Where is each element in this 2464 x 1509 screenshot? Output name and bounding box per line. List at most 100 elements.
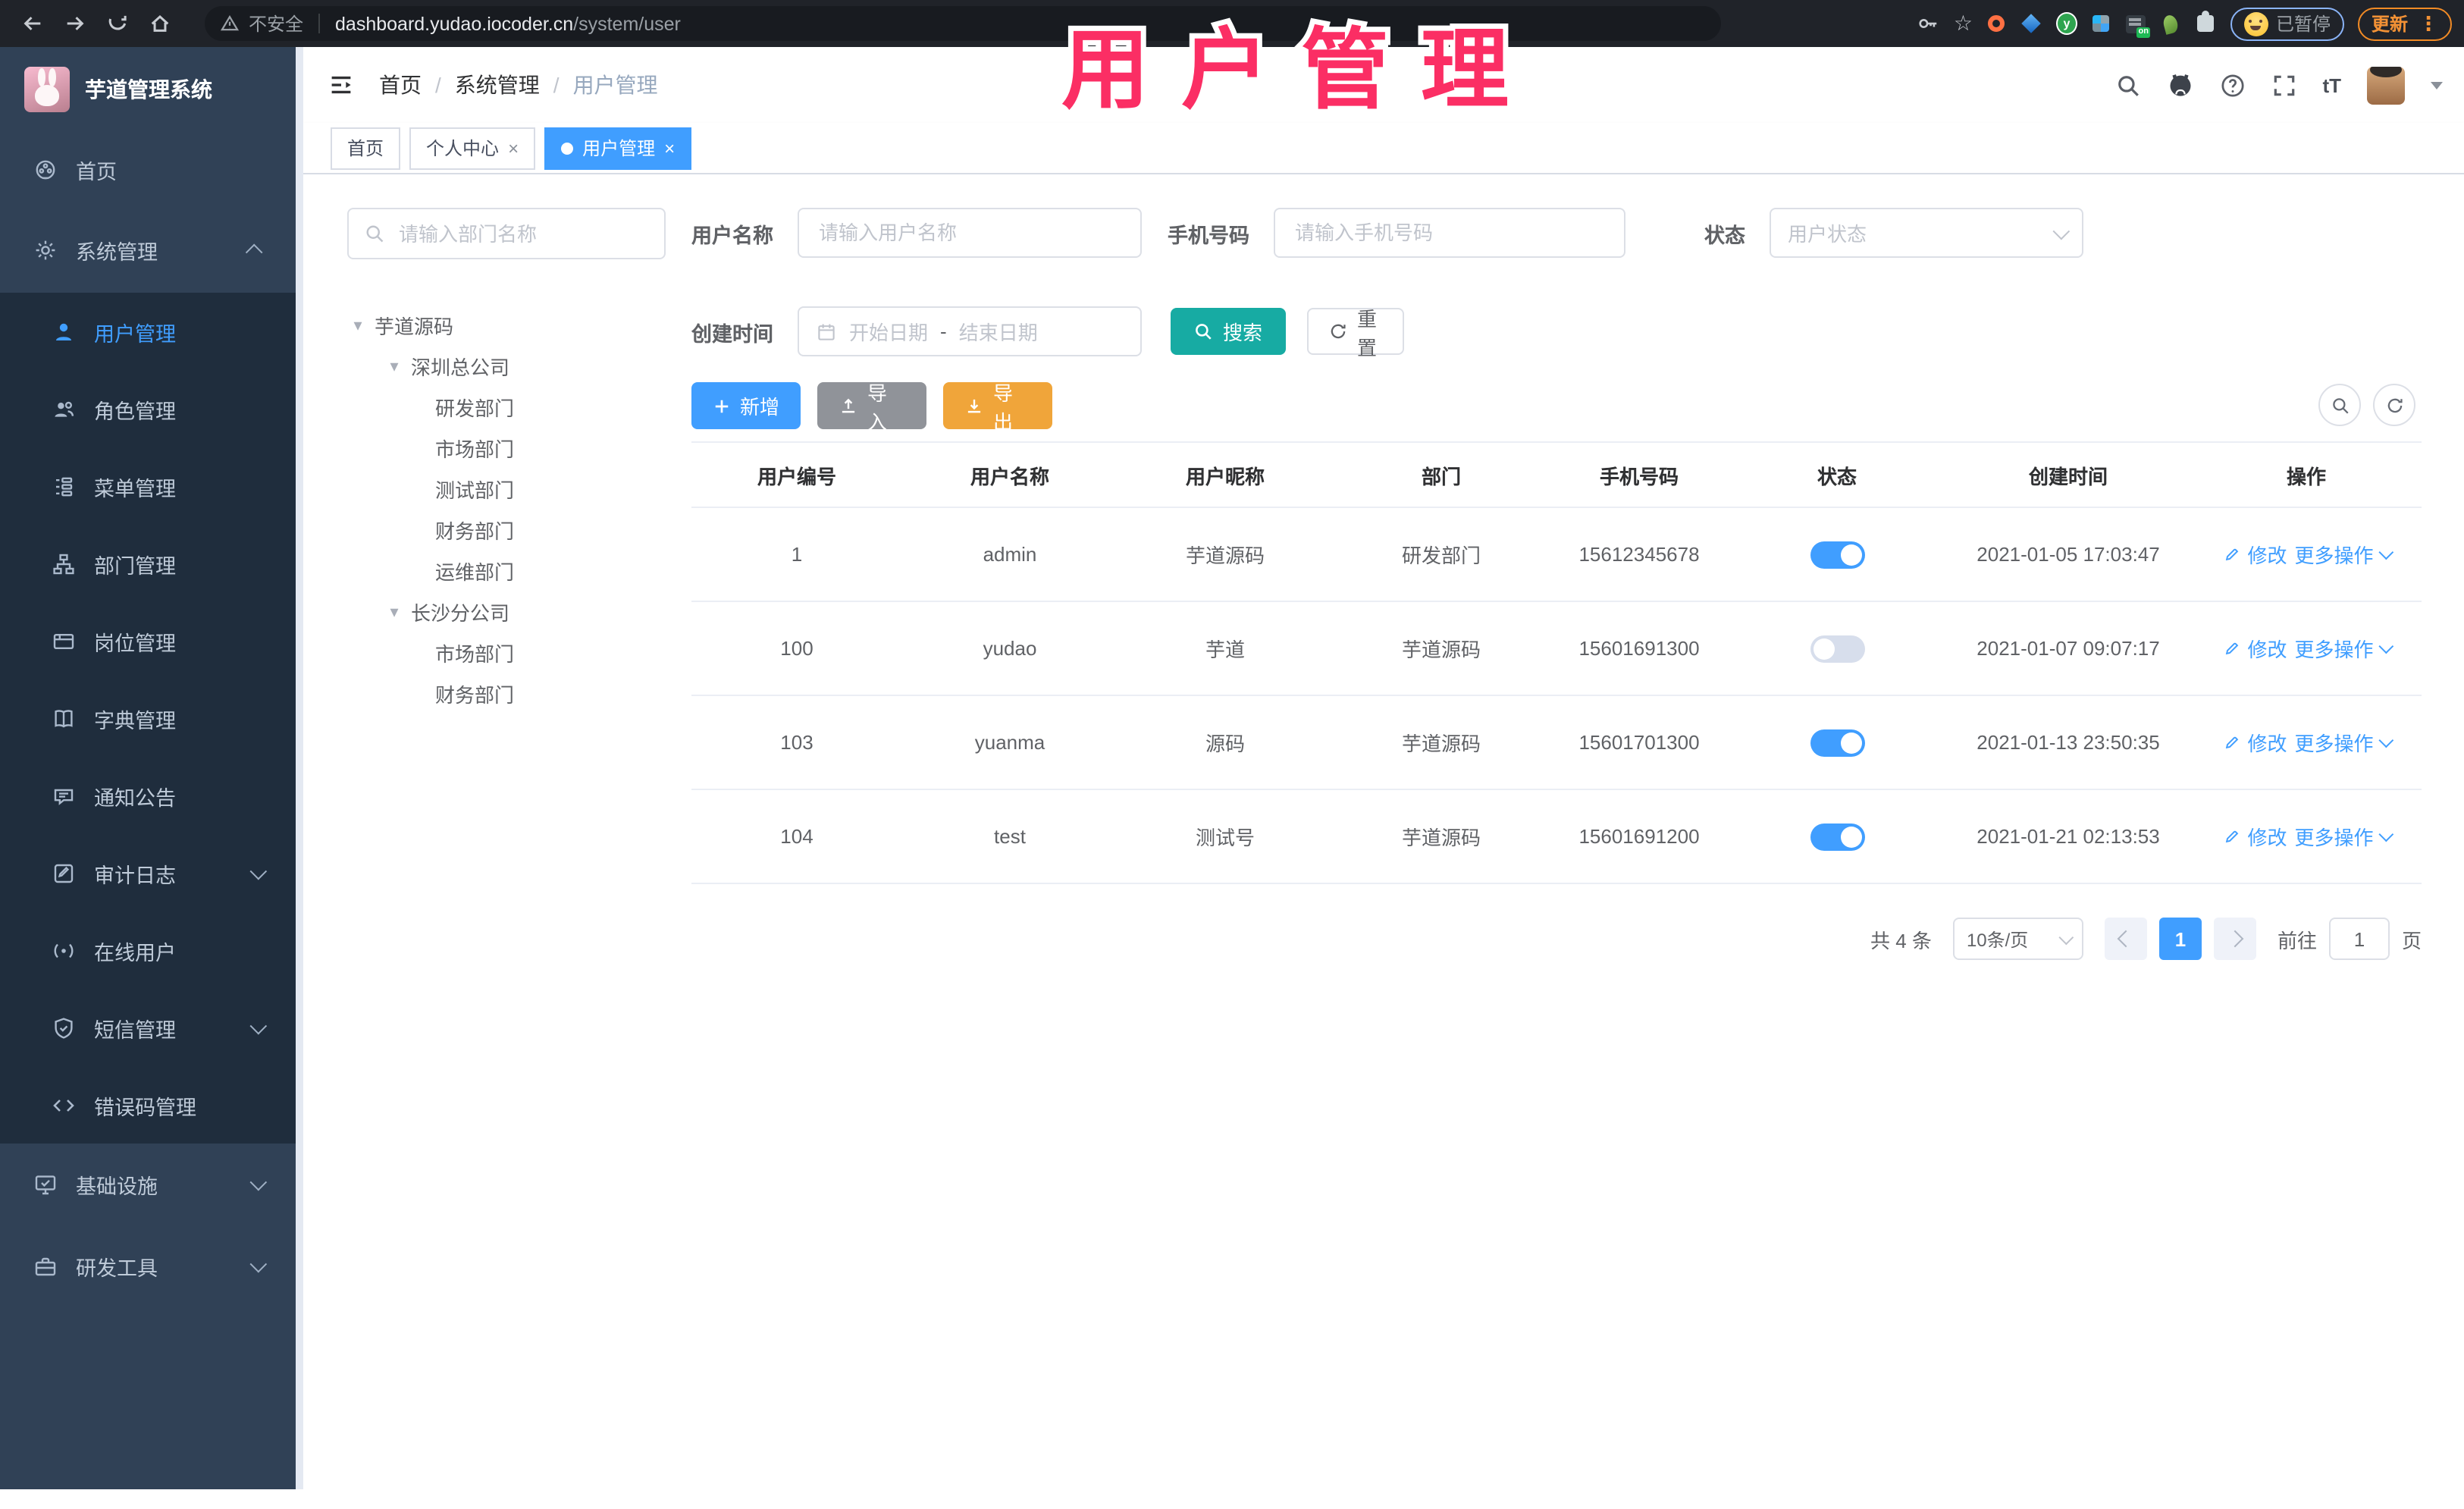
status-label: 状态 bbox=[1704, 224, 1745, 246]
extensions-puzzle-icon[interactable] bbox=[2196, 11, 2217, 34]
cell-created: 2021-01-05 17:03:47 bbox=[1977, 543, 2160, 566]
bookmark-star-icon[interactable]: ☆ bbox=[1954, 11, 1973, 36]
tree-node[interactable]: 财务部门 bbox=[347, 673, 666, 714]
refresh-table-button[interactable] bbox=[2373, 384, 2415, 426]
sidebar-item-audit-log[interactable]: 审计日志 bbox=[0, 834, 296, 911]
tree-node[interactable]: 研发部门 bbox=[347, 387, 666, 428]
back-icon[interactable] bbox=[21, 12, 44, 35]
tag-profile[interactable]: 个人中心 × bbox=[409, 127, 536, 169]
sidebar-item-online-users[interactable]: 在线用户 bbox=[0, 911, 296, 989]
tree-node[interactable]: 测试部门 bbox=[347, 469, 666, 510]
sidebar-collapse-icon[interactable] bbox=[303, 71, 379, 99]
next-page-button[interactable] bbox=[2213, 918, 2256, 960]
extension-green-icon[interactable]: y bbox=[2055, 12, 2077, 35]
sidebar-item-dept-management[interactable]: 部门管理 bbox=[0, 525, 296, 602]
sidebar-item-role-management[interactable]: 角色管理 bbox=[0, 370, 296, 447]
chevron-down-icon bbox=[249, 1173, 268, 1191]
mobile-input[interactable] bbox=[1292, 220, 1607, 246]
status-toggle[interactable] bbox=[1810, 729, 1864, 756]
url-bar[interactable]: 不安全 dashboard.yudao.iocoder.cn/system/us… bbox=[205, 6, 1721, 41]
more-actions-link[interactable]: 更多操作 bbox=[2295, 822, 2394, 851]
tree-node[interactable]: ▾ 长沙分公司 bbox=[347, 591, 666, 632]
caret-down-icon[interactable]: ▾ bbox=[387, 602, 402, 622]
edit-link[interactable]: 修改 bbox=[2223, 728, 2287, 757]
extension-leaf-icon[interactable] bbox=[2161, 13, 2182, 34]
tree-node[interactable]: ▾ 芋道源码 bbox=[347, 305, 666, 346]
tag-user-management[interactable]: 用户管理 × bbox=[544, 127, 692, 169]
tree-node[interactable]: ▾ 深圳总公司 bbox=[347, 346, 666, 387]
tree-node[interactable]: 运维部门 bbox=[347, 551, 666, 591]
upload-icon bbox=[839, 396, 858, 416]
tag-home[interactable]: 首页 bbox=[331, 127, 401, 169]
home-icon[interactable] bbox=[149, 12, 171, 35]
fullscreen-icon[interactable] bbox=[2271, 72, 2296, 98]
font-size-icon[interactable]: tT bbox=[2322, 74, 2341, 96]
sidebar-item-infrastructure[interactable]: 基础设施 bbox=[0, 1144, 296, 1225]
more-actions-link[interactable]: 更多操作 bbox=[2295, 634, 2394, 663]
extension-gem-icon[interactable] bbox=[2021, 13, 2042, 34]
edit-link[interactable]: 修改 bbox=[2223, 634, 2287, 663]
edit-link[interactable]: 修改 bbox=[2223, 822, 2287, 851]
browser-menu-icon[interactable]: ⋮ bbox=[2419, 14, 2438, 33]
goto-page-input[interactable] bbox=[2328, 918, 2390, 960]
sidebar-item-post-management[interactable]: 岗位管理 bbox=[0, 602, 296, 679]
github-icon[interactable] bbox=[2166, 71, 2193, 99]
header-search-icon[interactable] bbox=[2114, 72, 2140, 98]
caret-down-icon[interactable]: ▾ bbox=[350, 315, 365, 335]
tree-node[interactable]: 市场部门 bbox=[347, 632, 666, 673]
browser-update-button[interactable]: 更新 ⋮ bbox=[2357, 7, 2452, 40]
sidebar-item-user-management[interactable]: 用户管理 bbox=[0, 293, 296, 370]
prev-page-button[interactable] bbox=[2104, 918, 2147, 960]
toggle-search-button[interactable] bbox=[2318, 384, 2361, 426]
status-toggle[interactable] bbox=[1810, 635, 1864, 662]
logo-image bbox=[24, 67, 70, 112]
dept-search-input[interactable] bbox=[396, 221, 629, 246]
edit-link[interactable]: 修改 bbox=[2223, 540, 2287, 569]
sidebar-item-sms-management[interactable]: 短信管理 bbox=[0, 989, 296, 1066]
page-number-button[interactable]: 1 bbox=[2158, 918, 2202, 960]
username-input[interactable] bbox=[816, 220, 1124, 246]
more-actions-link[interactable]: 更多操作 bbox=[2295, 540, 2394, 569]
export-button[interactable]: 导出 bbox=[943, 381, 1052, 433]
profile-avatar bbox=[2243, 11, 2268, 36]
more-actions-link[interactable]: 更多操作 bbox=[2295, 728, 2394, 757]
sidebar-item-notice[interactable]: 通知公告 bbox=[0, 757, 296, 834]
date-range-picker[interactable]: 开始日期 - 结束日期 bbox=[798, 306, 1142, 356]
import-button[interactable]: 导入 bbox=[817, 381, 926, 433]
refresh-icon bbox=[2384, 395, 2404, 415]
sidebar-item-dict-management[interactable]: 字典管理 bbox=[0, 679, 296, 757]
extension-tampermonkey-icon[interactable]: on bbox=[2126, 13, 2151, 37]
help-icon[interactable] bbox=[2219, 72, 2245, 98]
sidebar-item-system[interactable]: 系统管理 bbox=[0, 208, 296, 293]
close-icon[interactable]: × bbox=[664, 139, 675, 157]
close-icon[interactable]: × bbox=[508, 139, 519, 157]
sidebar-item-home[interactable]: 首页 bbox=[0, 132, 296, 208]
sidebar-item-dev-tools[interactable]: 研发工具 bbox=[0, 1225, 296, 1307]
status-select[interactable]: 用户状态 bbox=[1770, 208, 2083, 258]
tree-node-label: 运维部门 bbox=[435, 561, 515, 584]
sidebar-item-error-code[interactable]: 错误码管理 bbox=[0, 1066, 296, 1144]
breadcrumb-home[interactable]: 首页 bbox=[379, 70, 422, 100]
status-toggle[interactable] bbox=[1810, 541, 1864, 568]
page-size-select[interactable]: 10条/页 bbox=[1952, 918, 2083, 960]
tree-node[interactable]: 财务部门 bbox=[347, 510, 666, 551]
breadcrumb-system[interactable]: 系统管理 bbox=[455, 70, 540, 100]
extension-orange-icon[interactable] bbox=[1986, 13, 2008, 34]
reset-button[interactable]: 重置 bbox=[1307, 307, 1404, 359]
tree-node[interactable]: 市场部门 bbox=[347, 428, 666, 469]
add-button[interactable]: 新增 bbox=[691, 382, 801, 429]
sidebar-item-menu-management[interactable]: 菜单管理 bbox=[0, 447, 296, 525]
avatar-caret-icon[interactable] bbox=[2431, 81, 2443, 89]
extension-grid-icon[interactable] bbox=[2091, 13, 2112, 34]
status-toggle[interactable] bbox=[1810, 823, 1864, 850]
search-button[interactable]: 搜索 bbox=[1171, 308, 1286, 355]
user-avatar[interactable] bbox=[2367, 66, 2405, 104]
sidebar-logo[interactable]: 芋道管理系统 bbox=[0, 47, 296, 132]
key-icon[interactable] bbox=[1917, 12, 1940, 35]
caret-down-icon[interactable]: ▾ bbox=[387, 356, 402, 376]
reload-icon[interactable] bbox=[106, 12, 129, 35]
sidebar-scrollbar[interactable] bbox=[296, 47, 303, 1489]
forward-icon[interactable] bbox=[64, 12, 86, 35]
browser-profile-chip[interactable]: 已暂停 bbox=[2230, 7, 2344, 40]
chevron-down-icon bbox=[2379, 544, 2394, 560]
